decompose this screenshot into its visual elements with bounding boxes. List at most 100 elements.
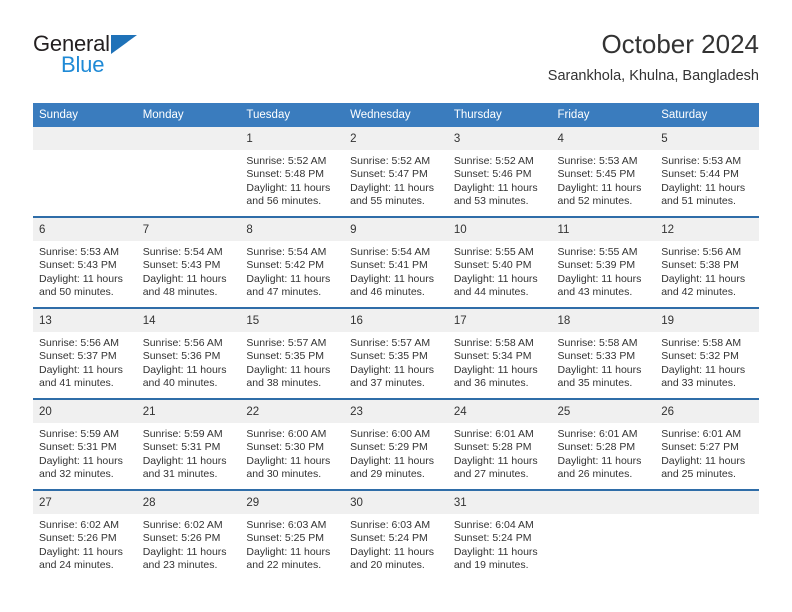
calendar-day-cell[interactable]: 15 Sunrise: 5:57 AM Sunset: 5:35 PM Dayligh… — [240, 308, 345, 399]
day-cell: 23 Sunrise: 6:00 AM Sunset: 5:29 PM Dayligh… — [344, 400, 448, 489]
daylight-text-line1: Daylight: 11 hours — [39, 363, 123, 376]
daylight-text-line2: and 24 minutes. — [39, 558, 114, 571]
sunset-text: Sunset: 5:44 PM — [661, 168, 739, 181]
calendar-header-row: Sunday Monday Tuesday Wednesday Thursday… — [33, 103, 759, 127]
day-cell: 27 Sunrise: 6:02 AM Sunset: 5:26 PM Dayligh… — [33, 491, 137, 580]
calendar-day-cell[interactable]: 19 Sunrise: 5:58 AM Sunset: 5:32 PM Dayligh… — [655, 308, 759, 399]
daylight-text-line2: and 46 minutes. — [350, 285, 425, 298]
day-details: Sunrise: 6:00 AM Sunset: 5:30 PM Daylight:… — [240, 423, 344, 481]
daylight-text-line2: and 38 minutes. — [246, 376, 322, 389]
day-details: Sunrise: 5:54 AM Sunset: 5:41 PM Daylight:… — [344, 241, 448, 299]
calendar-day-cell[interactable]: 8 Sunrise: 5:54 AM Sunset: 5:42 PM Daylight… — [240, 217, 345, 308]
page-subtitle: Sarankhola, Khulna, Bangladesh — [547, 68, 759, 84]
calendar-day-cell[interactable]: 27 Sunrise: 6:02 AM Sunset: 5:26 PM Dayligh… — [33, 490, 137, 580]
sunset-text: Sunset: 5:40 PM — [453, 259, 532, 272]
calendar-day-cell[interactable]: 11 Sunrise: 5:55 AM Sunset: 5:39 PM Dayligh… — [551, 217, 656, 308]
calendar-day-cell[interactable] — [655, 490, 759, 580]
daylight-text-line2: and 19 minutes. — [453, 558, 529, 571]
sunrise-text: Sunrise: 5:56 AM — [39, 337, 119, 349]
day-number: 17 — [447, 309, 552, 332]
calendar-day-cell[interactable]: 25 Sunrise: 6:01 AM Sunset: 5:28 PM Dayligh… — [551, 399, 656, 490]
daylight-text-line1: Daylight: 11 hours — [142, 545, 227, 558]
weekday-header-thursday: Thursday — [447, 103, 552, 127]
weekday-header-wednesday: Wednesday — [344, 103, 448, 127]
calendar-day-cell[interactable]: 28 Sunrise: 6:02 AM Sunset: 5:26 PM Dayligh… — [136, 490, 241, 580]
daylight-text-line2: and 52 minutes. — [557, 194, 633, 207]
sunset-text: Sunset: 5:46 PM — [453, 168, 532, 181]
day-cell: 13 Sunrise: 5:56 AM Sunset: 5:37 PM Dayligh… — [33, 309, 137, 398]
day-cell: 17 Sunrise: 5:58 AM Sunset: 5:34 PM Dayligh… — [447, 309, 552, 398]
calendar-day-cell[interactable]: 1 Sunrise: 5:52 AM Sunset: 5:48 PM Daylight… — [240, 127, 345, 217]
empty-day-cell — [551, 491, 656, 580]
calendar-day-cell[interactable]: 20 Sunrise: 5:59 AM Sunset: 5:31 PM Dayligh… — [33, 399, 137, 490]
sunrise-text: Sunrise: 5:52 AM — [246, 155, 327, 167]
day-cell: 19 Sunrise: 5:58 AM Sunset: 5:32 PM Dayligh… — [655, 309, 759, 398]
calendar-day-cell[interactable] — [136, 127, 241, 217]
daylight-text-line1: Daylight: 11 hours — [453, 181, 538, 194]
calendar-week-row: 27 Sunrise: 6:02 AM Sunset: 5:26 PM Dayligh… — [33, 490, 759, 580]
calendar-body: 1 Sunrise: 5:52 AM Sunset: 5:48 PM Daylight… — [33, 127, 759, 580]
daylight-text-line1: Daylight: 11 hours — [453, 545, 538, 558]
day-cell: 29 Sunrise: 6:03 AM Sunset: 5:25 PM Dayligh… — [240, 491, 345, 580]
calendar-day-cell[interactable]: 18 Sunrise: 5:58 AM Sunset: 5:33 PM Dayligh… — [551, 308, 656, 399]
calendar-day-cell[interactable]: 12 Sunrise: 5:56 AM Sunset: 5:38 PM Dayligh… — [655, 217, 759, 308]
calendar-day-cell[interactable]: 6 Sunrise: 5:53 AM Sunset: 5:43 PM Daylight… — [33, 217, 137, 308]
calendar-day-cell[interactable] — [551, 490, 656, 580]
day-details: Sunrise: 5:55 AM Sunset: 5:39 PM Daylight:… — [552, 241, 656, 299]
day-details: Sunrise: 6:01 AM Sunset: 5:28 PM Daylight:… — [448, 423, 552, 481]
day-number: 24 — [447, 400, 552, 423]
calendar-day-cell[interactable]: 10 Sunrise: 5:55 AM Sunset: 5:40 PM Dayligh… — [447, 217, 552, 308]
calendar-day-cell[interactable]: 4 Sunrise: 5:53 AM Sunset: 5:45 PM Daylight… — [551, 127, 656, 217]
day-cell: 20 Sunrise: 5:59 AM Sunset: 5:31 PM Dayligh… — [33, 400, 137, 489]
day-details: Sunrise: 6:02 AM Sunset: 5:26 PM Daylight:… — [137, 514, 241, 572]
day-number: 19 — [655, 309, 759, 332]
daylight-text-line2: and 41 minutes. — [39, 376, 114, 389]
day-cell: 31 Sunrise: 6:04 AM Sunset: 5:24 PM Dayligh… — [447, 491, 552, 580]
day-cell: 25 Sunrise: 6:01 AM Sunset: 5:28 PM Dayligh… — [551, 400, 656, 489]
day-details: Sunrise: 5:56 AM Sunset: 5:37 PM Daylight:… — [33, 332, 137, 390]
day-details: Sunrise: 6:00 AM Sunset: 5:29 PM Daylight:… — [344, 423, 448, 481]
calendar-page: General Blue October 2024 Sarankhola, Kh… — [0, 0, 792, 612]
sunrise-text: Sunrise: 5:57 AM — [350, 337, 431, 349]
calendar-day-cell[interactable]: 9 Sunrise: 5:54 AM Sunset: 5:41 PM Daylight… — [344, 217, 448, 308]
daylight-text-line2: and 29 minutes. — [350, 467, 425, 480]
sunset-text: Sunset: 5:30 PM — [246, 441, 325, 454]
sunrise-text: Sunrise: 5:56 AM — [142, 337, 223, 349]
daylight-text-line1: Daylight: 11 hours — [661, 454, 746, 467]
calendar-day-cell[interactable]: 26 Sunrise: 6:01 AM Sunset: 5:27 PM Dayligh… — [655, 399, 759, 490]
sunset-text: Sunset: 5:31 PM — [39, 441, 117, 454]
daylight-text-line2: and 22 minutes. — [246, 558, 322, 571]
sunset-text: Sunset: 5:47 PM — [350, 168, 428, 181]
calendar-day-cell[interactable]: 14 Sunrise: 5:56 AM Sunset: 5:36 PM Dayligh… — [136, 308, 241, 399]
calendar-day-cell[interactable]: 13 Sunrise: 5:56 AM Sunset: 5:37 PM Dayligh… — [33, 308, 137, 399]
sunrise-text: Sunrise: 6:02 AM — [39, 519, 119, 531]
day-details: Sunrise: 6:01 AM Sunset: 5:27 PM Daylight:… — [655, 423, 759, 481]
sunset-text: Sunset: 5:36 PM — [142, 350, 221, 363]
page-header: General Blue October 2024 Sarankhola, Kh… — [33, 28, 759, 96]
calendar-day-cell[interactable]: 29 Sunrise: 6:03 AM Sunset: 5:25 PM Dayligh… — [240, 490, 345, 580]
calendar-day-cell[interactable]: 23 Sunrise: 6:00 AM Sunset: 5:29 PM Dayligh… — [344, 399, 448, 490]
calendar-day-cell[interactable]: 16 Sunrise: 5:57 AM Sunset: 5:35 PM Dayligh… — [344, 308, 448, 399]
daylight-text-line2: and 23 minutes. — [142, 558, 218, 571]
calendar-day-cell[interactable]: 5 Sunrise: 5:53 AM Sunset: 5:44 PM Daylight… — [655, 127, 759, 217]
day-details: Sunrise: 5:52 AM Sunset: 5:47 PM Daylight:… — [344, 150, 448, 208]
calendar-day-cell[interactable]: 17 Sunrise: 5:58 AM Sunset: 5:34 PM Dayligh… — [447, 308, 552, 399]
calendar-day-cell[interactable]: 3 Sunrise: 5:52 AM Sunset: 5:46 PM Daylight… — [447, 127, 552, 217]
calendar-day-cell[interactable]: 24 Sunrise: 6:01 AM Sunset: 5:28 PM Dayligh… — [447, 399, 552, 490]
sunset-text: Sunset: 5:25 PM — [246, 532, 325, 545]
sunrise-text: Sunrise: 5:58 AM — [557, 337, 638, 349]
calendar-day-cell[interactable]: 21 Sunrise: 5:59 AM Sunset: 5:31 PM Dayligh… — [136, 399, 241, 490]
title-block: October 2024 Sarankhola, Khulna, Banglad… — [548, 28, 759, 85]
calendar-day-cell[interactable]: 30 Sunrise: 6:03 AM Sunset: 5:24 PM Dayligh… — [344, 490, 448, 580]
sunset-text: Sunset: 5:38 PM — [661, 259, 739, 272]
day-number: 3 — [447, 127, 552, 150]
weekday-header-monday: Monday — [136, 103, 241, 127]
calendar-day-cell[interactable]: 22 Sunrise: 6:00 AM Sunset: 5:30 PM Dayligh… — [240, 399, 345, 490]
general-blue-logo[interactable]: General Blue — [33, 31, 233, 87]
daylight-text-line2: and 35 minutes. — [557, 376, 633, 389]
calendar-day-cell[interactable]: 2 Sunrise: 5:52 AM Sunset: 5:47 PM Daylight… — [344, 127, 448, 217]
calendar-day-cell[interactable] — [33, 127, 137, 217]
daylight-text-line1: Daylight: 11 hours — [142, 454, 227, 467]
calendar-day-cell[interactable]: 31 Sunrise: 6:04 AM Sunset: 5:24 PM Dayligh… — [447, 490, 552, 580]
calendar-day-cell[interactable]: 7 Sunrise: 5:54 AM Sunset: 5:43 PM Daylight… — [136, 217, 241, 308]
